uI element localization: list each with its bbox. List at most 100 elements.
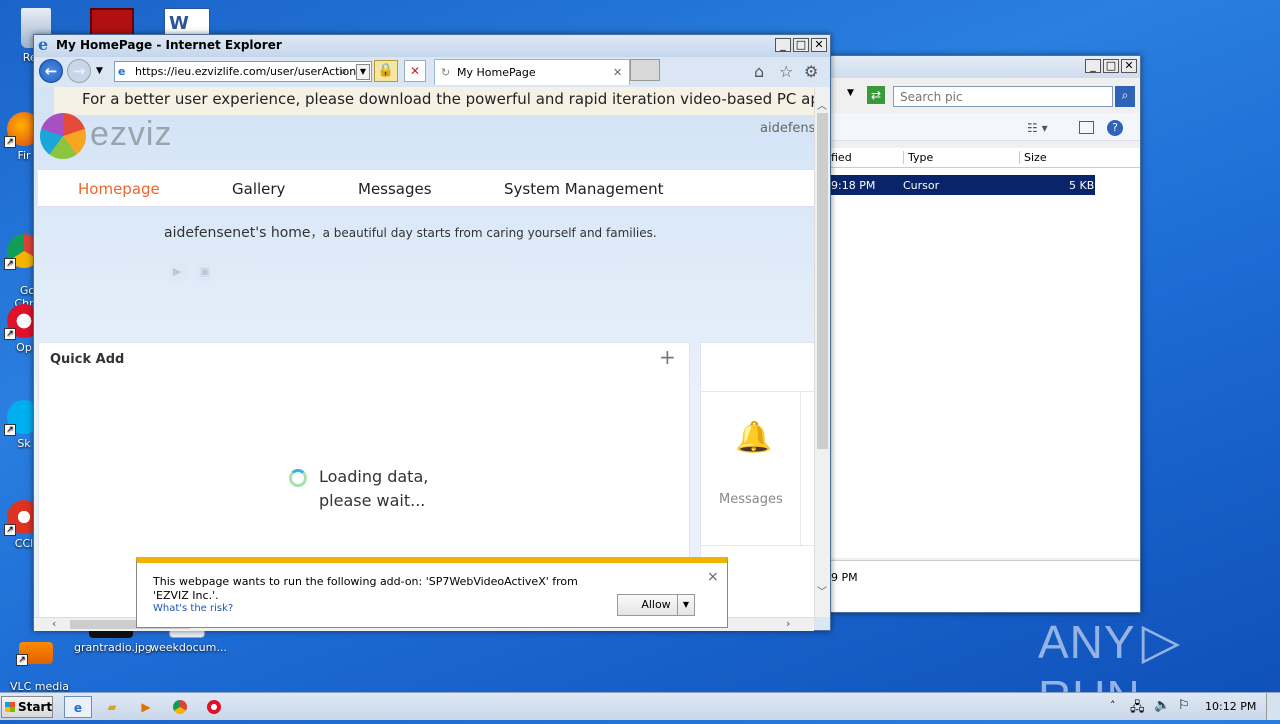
tray-network-icon[interactable]: 🖧 — [1130, 698, 1145, 720]
taskbar-explorer-icon[interactable]: ▰ — [98, 696, 126, 718]
history-dropdown-icon[interactable]: ▼ — [96, 66, 103, 76]
address-text: https://ieu.ezvizlife.com/user/userActio… — [135, 65, 361, 78]
scroll-up-icon[interactable]: ︿ — [817, 97, 827, 112]
address-bar[interactable]: e https://ieu.ezvizlife.com/user/userAct… — [114, 61, 372, 82]
menu-homepage[interactable]: Homepage — [78, 180, 160, 198]
tray-expand-icon[interactable]: ˄ — [1110, 699, 1116, 712]
taskbar-opera-icon[interactable] — [200, 696, 228, 718]
opera-mini-icon — [207, 700, 221, 714]
menu-gallery[interactable]: Gallery — [232, 180, 285, 198]
help-icon[interactable]: ? — [1107, 120, 1123, 136]
column-headers: fied Type Size — [829, 148, 1140, 168]
whats-the-risk-link[interactable]: What's the risk? — [153, 603, 233, 614]
firefox-label: Fir — [17, 149, 31, 162]
weekdocum-label: weekdocum... — [150, 641, 227, 654]
scroll-down-icon[interactable]: ﹀ — [817, 583, 827, 598]
greeting-tail: ，a beautiful day starts from caring your… — [310, 226, 657, 240]
settings-gear-icon[interactable]: ⚙ — [804, 62, 818, 81]
address-dropdown-icon[interactable]: ▼ — [356, 64, 370, 80]
details-pane: 9 PM — [829, 560, 1140, 612]
back-button[interactable]: ← — [39, 59, 63, 83]
taskbar-chrome-icon[interactable] — [166, 696, 194, 718]
taskbar-ie-icon[interactable]: e — [64, 696, 92, 718]
page-content: For a better user experience, please dow… — [34, 87, 814, 617]
explorer-close-button[interactable]: ✕ — [1121, 59, 1137, 73]
view-options-icon[interactable]: ☷ ▾ — [1027, 121, 1048, 135]
greeting-name: aidefensenet's home — [164, 225, 311, 241]
scroll-left-icon[interactable]: ‹ — [52, 617, 56, 630]
allow-dropdown-button[interactable]: ▼ — [677, 594, 695, 616]
ezviz-flower-icon — [40, 113, 86, 159]
messages-tile-label: Messages — [719, 492, 783, 507]
menu-system-management[interactable]: System Management — [504, 180, 664, 198]
ie-window-title: My HomePage - Internet Explorer — [56, 38, 282, 52]
ie-window[interactable]: e My HomePage - Internet Explorer _ □ ✕ … — [33, 34, 831, 631]
col-type[interactable]: Type — [903, 151, 933, 164]
preview-pane-icon[interactable] — [1079, 121, 1094, 134]
addon-notification: × This webpage wants to run the followin… — [136, 557, 728, 628]
files-area — [829, 168, 1140, 558]
ezviz-logo[interactable]: ezviz — [40, 113, 190, 159]
scroll-thumb[interactable] — [817, 113, 828, 449]
show-desktop-button[interactable] — [1266, 693, 1280, 720]
allow-button-label: Allow — [641, 598, 671, 611]
favorites-star-icon[interactable]: ☆ — [779, 62, 793, 81]
menu-messages[interactable]: Messages — [358, 180, 432, 198]
add-plus-icon[interactable]: + — [659, 345, 676, 369]
tab-title: My HomePage — [457, 66, 536, 79]
tray-volume-icon[interactable]: 🔈 — [1154, 698, 1170, 713]
start-button[interactable]: Start — [1, 696, 53, 718]
chrome-mini-icon — [173, 700, 187, 714]
address-search-icon[interactable]: ⌕ — [340, 64, 347, 79]
ccleaner-label: CCl — [14, 537, 34, 550]
opera-label: Op — [16, 341, 32, 354]
lock-icon[interactable]: 🔒 — [374, 60, 398, 82]
messages-tile[interactable]: 🔔 Messages — [701, 392, 801, 545]
scroll-right-icon[interactable]: › — [786, 617, 790, 630]
forward-button[interactable]: → — [67, 59, 91, 83]
vertical-scrollbar[interactable]: ︿ ﹀ — [814, 87, 830, 617]
explorer-window[interactable]: _ □ ✕ ▼ ⇄ ⌕ ☷ ▾ ? fied Type Size 9:18 PM… — [828, 55, 1141, 613]
explorer-titlebar: _ □ ✕ — [829, 56, 1140, 78]
ie-close-button[interactable]: ✕ — [811, 38, 827, 52]
home-icon[interactable]: ⌂ — [754, 62, 764, 81]
download-banner[interactable]: For a better user experience, please dow… — [54, 87, 814, 115]
tab-close-icon[interactable]: ✕ — [613, 60, 622, 85]
loading-tab-icon: ↻ — [441, 66, 451, 79]
username-label[interactable]: aidefens — [760, 121, 814, 136]
skype-label: Sk — [17, 437, 31, 450]
ie-minimize-button[interactable]: _ — [775, 38, 791, 52]
explorer-minimize-button[interactable]: _ — [1085, 59, 1101, 73]
stop-icon[interactable]: ✕ — [404, 60, 426, 82]
windows-logo-icon — [5, 702, 15, 712]
tab-my-homepage[interactable]: ↻ My HomePage ✕ — [434, 59, 630, 85]
start-label: Start — [18, 700, 53, 714]
notification-text-1: This webpage wants to run the following … — [153, 575, 578, 588]
notification-text-2: 'EZVIZ Inc.'. — [153, 589, 219, 602]
file-row[interactable]: 9:18 PM Cursor 5 KB — [829, 175, 1095, 195]
page-icon: e — [118, 65, 126, 78]
explorer-dropdown-icon[interactable]: ▼ — [847, 88, 854, 98]
ezviz-logo-text: ezviz — [90, 115, 173, 153]
ie-maximize-button[interactable]: □ — [793, 38, 809, 52]
bell-icon: 🔔 — [735, 420, 773, 455]
taskbar-clock[interactable]: 10:12 PM — [1205, 700, 1256, 713]
watermark-any: ANY — [1038, 616, 1136, 668]
new-tab-button[interactable] — [630, 59, 660, 81]
taskbar-media-player-icon[interactable]: ▶ — [132, 696, 160, 718]
col-size[interactable]: Size — [1019, 151, 1099, 164]
banner-text: For a better user experience, please dow… — [82, 90, 814, 108]
col-modified[interactable]: fied — [831, 151, 852, 164]
explorer-maximize-button[interactable]: □ — [1103, 59, 1119, 73]
notification-close-icon[interactable]: × — [707, 569, 719, 585]
loading-spinner-icon — [289, 469, 307, 487]
search-input[interactable] — [893, 86, 1113, 107]
loading-line1: Loading data, — [319, 467, 429, 486]
refresh-icon[interactable]: ⇄ — [867, 86, 885, 104]
search-icon[interactable]: ⌕ — [1115, 86, 1135, 107]
image-icon[interactable]: ▣ — [194, 261, 216, 283]
tray-flag-icon[interactable]: ⚐ — [1178, 698, 1190, 713]
vlc-icon: ↗ — [16, 642, 53, 666]
video-play-icon[interactable]: ▶ — [166, 261, 188, 283]
ie-titlebar: e My HomePage - Internet Explorer _ □ ✕ — [34, 35, 830, 57]
